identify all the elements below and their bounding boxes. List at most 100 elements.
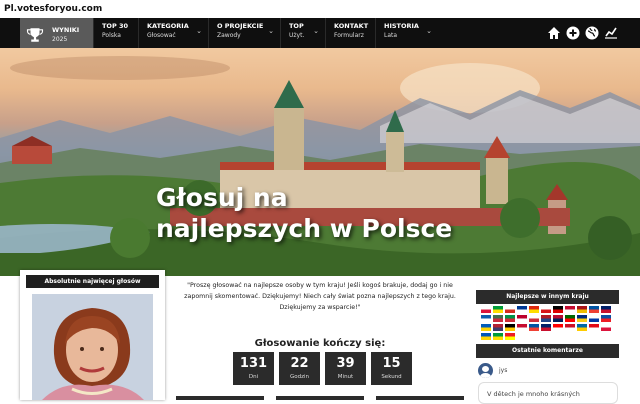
country-flag-icon[interactable] bbox=[565, 324, 575, 331]
country-flag-icon[interactable] bbox=[529, 306, 539, 313]
countdown-hours: 22 Godzin bbox=[279, 352, 320, 385]
countdown-days: 131 Dni bbox=[233, 352, 274, 385]
nav-sublabel: Polska bbox=[102, 32, 121, 39]
nav-sublabel: Zawody bbox=[217, 32, 241, 39]
country-flag-icon[interactable] bbox=[505, 333, 515, 340]
intro-text: "Proszę głosować na najlepsze osoby w ty… bbox=[184, 282, 456, 311]
top-navigation-bar: WYNIKI 2025 TOP 30 Polska KATEGORIA Głos… bbox=[0, 18, 640, 48]
plus-icon[interactable] bbox=[566, 25, 580, 40]
hero-headline: Głosuj na najlepszych w Polsce bbox=[156, 182, 452, 244]
globe-icon[interactable] bbox=[585, 25, 599, 40]
top-voted-photo[interactable] bbox=[32, 294, 153, 400]
hero-headline-line2: najlepszych w Polsce bbox=[156, 214, 453, 243]
country-flag-icon[interactable] bbox=[541, 315, 551, 322]
nav-label: KATEGORIA bbox=[147, 22, 189, 30]
country-flag-icon[interactable] bbox=[553, 324, 563, 331]
main-nav: WYNIKI 2025 TOP 30 Polska KATEGORIA Głos… bbox=[20, 18, 438, 48]
chevron-down-icon: ⌄ bbox=[196, 27, 202, 35]
section-strip bbox=[276, 396, 364, 400]
nav-item-results[interactable]: WYNIKI 2025 bbox=[20, 18, 94, 48]
country-flag-icon[interactable] bbox=[541, 324, 551, 331]
nav-sublabel: Formularz bbox=[334, 32, 364, 39]
section-strip bbox=[376, 396, 464, 400]
country-flag-icon[interactable] bbox=[517, 324, 527, 331]
nav-label: HISTORIA bbox=[384, 22, 419, 30]
country-flag-icon[interactable] bbox=[505, 324, 515, 331]
chevron-down-icon: ⌄ bbox=[426, 27, 432, 35]
nav-item-top-users[interactable]: TOP Użyt. ⌄ bbox=[281, 18, 326, 48]
country-flag-icon[interactable] bbox=[565, 315, 575, 322]
countdown-value: 131 bbox=[239, 356, 268, 371]
chart-icon[interactable] bbox=[604, 25, 618, 39]
countdown-seconds: 15 Sekund bbox=[371, 352, 412, 385]
country-flag-icon[interactable] bbox=[517, 315, 527, 322]
countdown-value: 39 bbox=[336, 356, 355, 371]
country-flag-icon[interactable] bbox=[589, 324, 599, 331]
country-flag-icon[interactable] bbox=[565, 306, 575, 313]
nav-item-about[interactable]: O PROJEKCIE Zawody ⌄ bbox=[209, 18, 281, 48]
country-flag-icon[interactable] bbox=[601, 306, 611, 313]
chevron-down-icon: ⌄ bbox=[268, 27, 274, 35]
comment-author: jys bbox=[478, 363, 507, 378]
countdown-minutes: 39 Minut bbox=[325, 352, 366, 385]
top-icon-group bbox=[547, 25, 618, 40]
countdown-label: Godzin bbox=[289, 374, 310, 380]
avatar bbox=[478, 363, 493, 378]
nav-label: O PROJEKCIE bbox=[217, 22, 264, 30]
nav-item-top30[interactable]: TOP 30 Polska bbox=[94, 18, 139, 48]
comment-preview[interactable]: V dětech je mnoho krásných bbox=[478, 382, 618, 404]
country-flag-icon[interactable] bbox=[517, 306, 527, 313]
country-flag-icon[interactable] bbox=[493, 315, 503, 322]
nav-sublabel: 2025 bbox=[52, 35, 68, 43]
countdown-label: Dni bbox=[248, 374, 259, 380]
other-countries-header: Najlepsze w innym kraju bbox=[476, 290, 619, 304]
chevron-down-icon: ⌄ bbox=[313, 27, 319, 35]
country-flag-icon[interactable] bbox=[601, 324, 611, 331]
countdown-timer: 131 Dni 22 Godzin 39 Minut 15 Sekund bbox=[233, 352, 412, 385]
site-title[interactable]: Pl.votesforyou.com bbox=[0, 0, 640, 18]
country-flag-icon[interactable] bbox=[601, 315, 611, 322]
latest-comments-header: Ostatnie komentarze bbox=[476, 344, 619, 358]
country-flag-icon[interactable] bbox=[541, 306, 551, 313]
country-flag-icon[interactable] bbox=[493, 324, 503, 331]
countdown-value: 15 bbox=[382, 356, 401, 371]
nav-item-history[interactable]: HISTORIA Lata ⌄ bbox=[376, 18, 438, 48]
country-flag-icon[interactable] bbox=[589, 315, 599, 322]
nav-sublabel: Lata bbox=[384, 32, 398, 39]
nav-label: WYNIKI bbox=[52, 25, 80, 34]
hero-headline-line1: Głosuj na bbox=[156, 183, 288, 212]
countdown-value: 22 bbox=[290, 356, 309, 371]
countdown-label: Sekund bbox=[381, 374, 402, 380]
home-icon[interactable] bbox=[547, 25, 561, 39]
country-flag-icon[interactable] bbox=[553, 315, 563, 322]
nav-label: KONTAKT bbox=[334, 22, 369, 30]
nav-item-category[interactable]: KATEGORIA Głosować ⌄ bbox=[139, 18, 209, 48]
country-flag-icon[interactable] bbox=[481, 306, 491, 313]
country-flag-icon[interactable] bbox=[505, 306, 515, 313]
countdown-title: Głosowanie kończy się: bbox=[254, 338, 386, 349]
country-flag-icon[interactable] bbox=[577, 306, 587, 313]
comment-username[interactable]: jys bbox=[499, 367, 507, 374]
countdown-label: Minut bbox=[337, 374, 354, 380]
country-flag-icon[interactable] bbox=[529, 315, 539, 322]
top-voted-header: Absolutnie najwięcej głosów bbox=[26, 275, 159, 288]
country-flag-icon[interactable] bbox=[481, 315, 491, 322]
country-flag-icon[interactable] bbox=[505, 315, 515, 322]
country-flag-icon[interactable] bbox=[577, 324, 587, 331]
section-strip bbox=[176, 396, 264, 400]
trophy-icon bbox=[26, 28, 44, 42]
country-flag-icon[interactable] bbox=[577, 315, 587, 322]
country-flag-icon[interactable] bbox=[481, 333, 491, 340]
country-flag-icon[interactable] bbox=[493, 333, 503, 340]
nav-item-contact[interactable]: KONTAKT Formularz bbox=[326, 18, 376, 48]
hero-banner: Głosuj na najlepszych w Polsce bbox=[0, 48, 640, 276]
nav-sublabel: Głosować bbox=[147, 32, 176, 39]
country-flag-icon[interactable] bbox=[493, 306, 503, 313]
top-voted-card: Absolutnie najwięcej głosów bbox=[20, 270, 165, 400]
country-flag-icon[interactable] bbox=[553, 306, 563, 313]
country-flag-icon[interactable] bbox=[529, 324, 539, 331]
nav-label: TOP 30 bbox=[102, 22, 129, 30]
country-flag-icon[interactable] bbox=[481, 324, 491, 331]
country-flag-list bbox=[481, 306, 617, 340]
country-flag-icon[interactable] bbox=[589, 306, 599, 313]
